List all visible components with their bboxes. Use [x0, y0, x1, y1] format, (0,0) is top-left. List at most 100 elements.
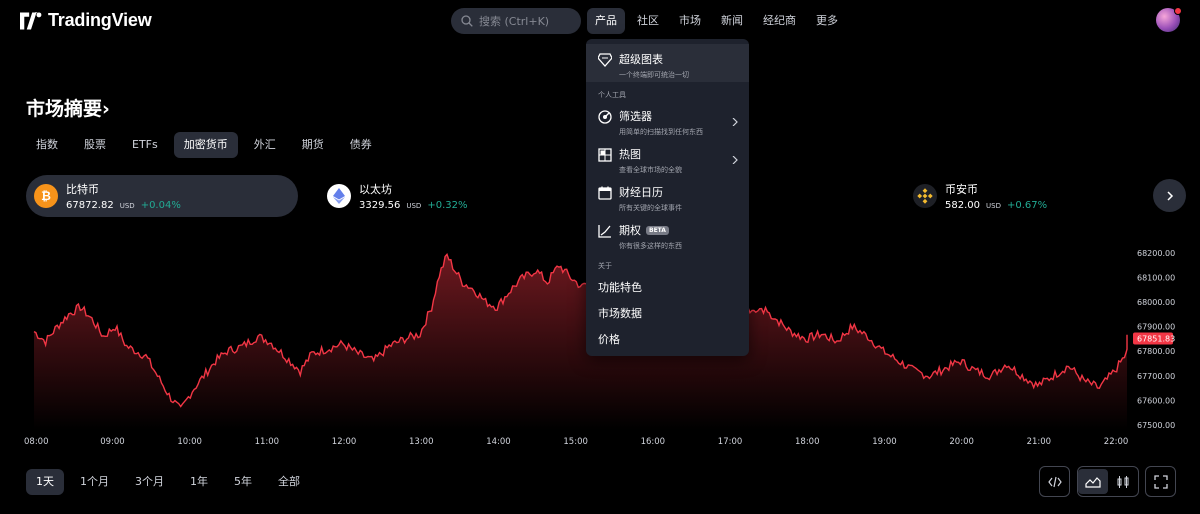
x-tick-label: 22:00: [1104, 437, 1129, 447]
menu-item-label: 财经日历: [619, 186, 663, 199]
x-tick-label: 14:00: [486, 437, 511, 447]
search-icon: [461, 15, 473, 27]
fullscreen-icon: [1153, 474, 1168, 489]
x-tick-label: 19:00: [872, 437, 897, 447]
candle-chart-button[interactable]: [1108, 469, 1138, 494]
menu-item-market-data[interactable]: 市场数据: [598, 305, 642, 321]
nav-community[interactable]: 社区: [629, 8, 667, 34]
x-tick-label: 13:00: [409, 437, 434, 447]
nav-markets[interactable]: 市场: [671, 8, 709, 34]
asset-card-ethereum[interactable]: 以太坊 3329.56 USD +0.32%: [319, 175, 467, 217]
y-tick-label: 67800.00: [1137, 347, 1175, 356]
last-price-label: 67851.83: [1137, 334, 1175, 343]
nav-news[interactable]: 新闻: [713, 8, 751, 34]
tab-indices[interactable]: 指数: [26, 132, 68, 158]
main-nav: 产品 社区 市场 新闻 经纪商 更多: [587, 8, 846, 34]
range-1y[interactable]: 1年: [180, 469, 218, 495]
y-tick-label: 68100.00: [1137, 273, 1175, 282]
nav-products[interactable]: 产品: [587, 8, 625, 34]
menu-item-options[interactable]: 期权 BETA 你有很多这样的东西: [586, 222, 749, 254]
menu-item-screener[interactable]: 筛选器 用简单的扫描找到任何东西: [586, 108, 749, 140]
y-tick-label: 67900.00: [1137, 323, 1175, 332]
y-tick-label: 67500.00: [1137, 421, 1175, 430]
asset-unit: USD: [986, 202, 1001, 210]
tradingview-logo-icon: [20, 11, 42, 30]
tab-crypto[interactable]: 加密货币: [173, 132, 238, 158]
menu-item-desc: 所有关键的全球事件: [619, 204, 682, 212]
x-tick-label: 08:00: [24, 437, 49, 447]
asset-card-bitcoin[interactable]: ₿ 比特币 67872.82 USD +0.04%: [26, 175, 298, 217]
top-header: TradingView 产品 社区 市场 新闻 经纪商 更多: [0, 0, 1200, 40]
tab-etfs[interactable]: ETFs: [122, 132, 168, 158]
section-about: 关于: [598, 262, 612, 270]
range-3m[interactable]: 3个月: [125, 469, 174, 495]
y-tick-label: 68200.00: [1137, 249, 1175, 258]
nav-more[interactable]: 更多: [808, 8, 846, 34]
asset-change: +0.04%: [140, 200, 181, 211]
section-personal-tools: 个人工具: [598, 91, 626, 99]
asset-price: 3329.56: [359, 200, 401, 211]
nav-brokers[interactable]: 经纪商: [755, 8, 804, 34]
bitcoin-icon: ₿: [34, 184, 58, 208]
x-tick-label: 21:00: [1027, 437, 1052, 447]
beta-badge: BETA: [646, 225, 669, 235]
embed-button[interactable]: [1039, 466, 1070, 497]
asset-unit: USD: [406, 202, 422, 210]
asset-change: +0.32%: [427, 200, 468, 211]
x-tick-label: 11:00: [255, 437, 280, 447]
menu-item-desc: 你有很多这样的东西: [619, 242, 682, 250]
tab-futures[interactable]: 期货: [292, 132, 334, 158]
menu-item-economic-calendar[interactable]: 财经日历 所有关键的全球事件: [586, 184, 749, 216]
menu-item-pricing[interactable]: 价格: [598, 331, 620, 347]
tab-bonds[interactable]: 债券: [340, 132, 382, 158]
asset-card-bnb[interactable]: 币安币 582.00 USD +0.67%: [905, 175, 1047, 217]
tab-forex[interactable]: 外汇: [244, 132, 286, 158]
tradingview-logo[interactable]: TradingView: [20, 10, 152, 31]
menu-item-label: 筛选器: [619, 110, 652, 123]
menu-item-supercharts[interactable]: 超级图表 一个终端即可统治一切: [586, 44, 749, 82]
x-tick-label: 18:00: [795, 437, 820, 447]
bnb-icon: [913, 184, 937, 208]
time-range-tabs: 1天 1个月 3个月 1年 5年 全部: [26, 469, 310, 495]
asset-next-button[interactable]: [1153, 179, 1186, 212]
x-tick-label: 09:00: [100, 437, 125, 447]
notification-dot-icon: [1174, 7, 1182, 15]
heatmap-icon: [598, 148, 612, 162]
range-1m[interactable]: 1个月: [70, 469, 119, 495]
chevron-right-icon: [732, 118, 738, 126]
options-icon: [598, 225, 611, 238]
price-area-fill: [34, 254, 1127, 430]
menu-item-heatmap[interactable]: 热图 查看全球市场的全貌: [586, 146, 749, 178]
title-chevron-icon: ›: [102, 98, 110, 120]
menu-item-desc: 查看全球市场的全貌: [619, 166, 682, 174]
y-tick-label: 67700.00: [1137, 372, 1175, 381]
range-1d[interactable]: 1天: [26, 469, 64, 495]
menu-item-desc: 一个终端即可统治一切: [619, 71, 689, 79]
user-avatar[interactable]: [1156, 7, 1182, 32]
range-5y[interactable]: 5年: [224, 469, 262, 495]
menu-item-label: 超级图表: [619, 53, 663, 66]
range-all[interactable]: 全部: [268, 469, 310, 495]
market-summary-title[interactable]: 市场摘要›: [26, 94, 110, 121]
search-input[interactable]: [479, 14, 575, 28]
x-tick-label: 20:00: [949, 437, 974, 447]
x-tick-label: 17:00: [718, 437, 743, 447]
menu-item-features[interactable]: 功能特色: [598, 279, 642, 295]
chevron-right-icon: [1166, 190, 1173, 201]
y-tick-label: 67600.00: [1137, 396, 1175, 405]
x-tick-label: 12:00: [332, 437, 357, 447]
y-tick-label: 68000.00: [1137, 298, 1175, 307]
supercharts-icon: [598, 53, 612, 67]
search-box[interactable]: [451, 8, 581, 34]
chart-style-toggle: [1077, 466, 1139, 497]
area-chart-button[interactable]: [1078, 469, 1108, 494]
menu-item-label: 期权 BETA: [619, 222, 682, 238]
x-tick-label: 16:00: [641, 437, 666, 447]
fullscreen-button[interactable]: [1145, 466, 1176, 497]
tab-stocks[interactable]: 股票: [74, 132, 116, 158]
asset-change: +0.67%: [1006, 200, 1048, 211]
menu-item-desc: 用简单的扫描找到任何东西: [619, 128, 703, 136]
chevron-right-icon: [732, 156, 738, 164]
asset-price: 67872.82: [66, 200, 114, 211]
code-icon: [1047, 476, 1062, 487]
